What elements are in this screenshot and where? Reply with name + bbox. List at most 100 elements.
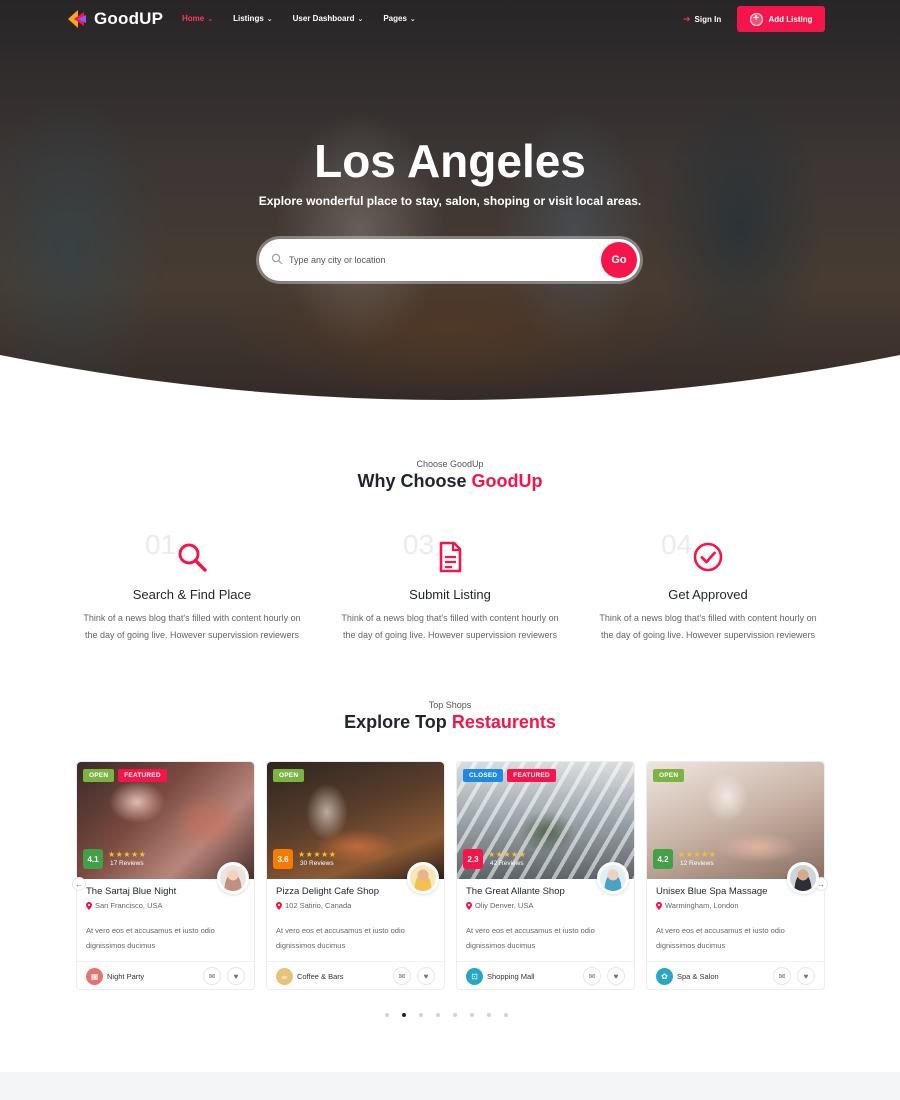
star-rating-icon: ★★★★★: [298, 850, 337, 859]
add-listing-label: Add Listing: [768, 14, 813, 24]
listing-title[interactable]: The Great Allante Shop: [466, 886, 565, 897]
listing-footer: ▦ Night Party ✉ ♥: [77, 961, 254, 990]
location-search-input[interactable]: [289, 250, 589, 270]
message-button[interactable]: ✉: [583, 967, 601, 985]
category-label[interactable]: Spa & Salon: [677, 972, 719, 981]
owner-avatar[interactable]: [787, 862, 819, 894]
open-badge: OPEN: [273, 769, 305, 782]
favorite-button[interactable]: ♥: [417, 967, 435, 985]
message-button[interactable]: ✉: [393, 967, 411, 985]
closed-badge: CLOSED: [463, 769, 504, 782]
owner-avatar[interactable]: [597, 862, 629, 894]
map-pin-icon: [466, 901, 472, 910]
search-go-button[interactable]: Go: [601, 242, 637, 278]
message-button[interactable]: ✉: [773, 967, 791, 985]
category-label[interactable]: Coffee & Bars: [297, 972, 344, 981]
carousel-dot[interactable]: [419, 1013, 423, 1017]
top-navigation: GoodUP Home ⌄ Listings ⌄ User Dashboard …: [0, 0, 900, 40]
search-icon: [271, 253, 283, 265]
star-rating-icon: ★★★★★: [488, 850, 527, 859]
feature-text: Think of a news blog that's filled with …: [341, 613, 559, 640]
envelope-icon: ✉: [778, 971, 786, 981]
feature-number: 01: [145, 529, 177, 560]
feature-title: Search & Find Place: [132, 587, 252, 602]
feature-number: 03: [403, 529, 435, 560]
hero-curve-divider: [0, 355, 900, 410]
listing-card[interactable]: OPEN 4.2 ★★★★★ 12 Reviews Unisex Blue Sp…: [646, 761, 825, 990]
brand-name: GoodUP: [94, 9, 164, 28]
feature-number: 04: [661, 529, 693, 560]
feature-get-approved: 04 Get Approved Think of a news blog tha…: [593, 529, 823, 644]
search-icon: [178, 543, 207, 572]
review-count: 17 Reviews: [110, 860, 144, 867]
review-count: 12 Reviews: [680, 860, 714, 867]
listing-photo[interactable]: OPEN FEATURED 4.1 ★★★★★ 17 Reviews: [77, 762, 254, 879]
favorite-button[interactable]: ♥: [797, 967, 815, 985]
why-section-title: Why Choose GoodUp: [0, 471, 900, 492]
listing-card[interactable]: OPEN 3.6 ★★★★★ 30 Reviews Pizza Delight …: [266, 761, 445, 990]
favorite-button[interactable]: ♥: [607, 967, 625, 985]
main-menu: Home ⌄ Listings ⌄ User Dashboard ⌄ Pages…: [182, 14, 416, 23]
map-pin-icon: [656, 901, 662, 910]
carousel-dot[interactable]: [385, 1013, 389, 1017]
menu-item-user-dashboard[interactable]: User Dashboard ⌄: [293, 14, 364, 23]
listing-title[interactable]: The Sartaj Blue Night: [86, 886, 176, 897]
sign-in-label: Sign In: [694, 15, 722, 24]
hero-search-bar: Go: [259, 239, 640, 281]
heart-icon: ♥: [233, 971, 239, 981]
menu-item-listings[interactable]: Listings ⌄: [233, 14, 273, 23]
shops-title-plain: Explore Top: [344, 712, 447, 732]
carousel-dot[interactable]: [402, 1013, 406, 1017]
brand-logo[interactable]: GoodUP: [66, 8, 163, 30]
category-label[interactable]: Shopping Mall: [487, 972, 535, 981]
listing-card[interactable]: OPEN FEATURED 4.1 ★★★★★ 17 Reviews The S…: [76, 761, 255, 990]
sign-in-link[interactable]: ➔ Sign In: [683, 14, 721, 25]
menu-item-label: Listings: [233, 14, 264, 23]
listing-title[interactable]: Unisex Blue Spa Massage: [656, 886, 767, 897]
featured-badge: FEATURED: [507, 769, 556, 782]
logo-mark-icon: [68, 10, 86, 28]
listing-photo[interactable]: CLOSED FEATURED 2.3 ★★★★★ 42 Reviews: [457, 762, 634, 879]
feature-submit-listing: 03 Submit Listing Think of a news blog t…: [335, 529, 565, 644]
owner-avatar[interactable]: [217, 862, 249, 894]
listing-photo[interactable]: OPEN 3.6 ★★★★★ 30 Reviews: [267, 762, 444, 879]
listing-title[interactable]: Pizza Delight Cafe Shop: [276, 886, 379, 897]
owner-avatar[interactable]: [407, 862, 439, 894]
carousel-dot[interactable]: [470, 1013, 474, 1017]
bag-icon: ⊡: [466, 968, 483, 985]
hero-subtitle: Explore wonderful place to stay, salon, …: [258, 194, 642, 208]
listing-location: 102 Satirio, Canada: [276, 901, 351, 910]
carousel-pagination: [385, 1013, 508, 1017]
menu-item-pages[interactable]: Pages ⌄: [383, 14, 415, 23]
carousel-dot[interactable]: [504, 1013, 508, 1017]
feature-text: Think of a news blog that's filled with …: [83, 613, 301, 640]
listing-footer: ⊡ Shopping Mall ✉ ♥: [457, 961, 634, 990]
listing-photo[interactable]: OPEN 4.2 ★★★★★ 12 Reviews: [647, 762, 824, 879]
heart-icon: ♥: [803, 971, 809, 981]
envelope-icon: ✉: [208, 971, 216, 981]
favorite-button[interactable]: ♥: [227, 967, 245, 985]
carousel-dot[interactable]: [453, 1013, 457, 1017]
listing-description: At vero eos et accusamus et iusto odio d…: [86, 926, 215, 950]
feature-text: Think of a news blog that's filled with …: [599, 613, 817, 640]
category-label[interactable]: Night Party: [107, 972, 144, 981]
carousel-dot[interactable]: [436, 1013, 440, 1017]
listing-location: Oliy Denver, USA: [466, 901, 533, 910]
why-section-kicker: Choose GoodUp: [416, 459, 484, 469]
listing-card[interactable]: CLOSED FEATURED 2.3 ★★★★★ 42 Reviews The…: [456, 761, 635, 990]
map-pin-icon: [86, 901, 92, 910]
menu-item-home[interactable]: Home ⌄: [182, 14, 213, 23]
location-text: Oliy Denver, USA: [475, 901, 534, 910]
shops-section-title: Explore Top Restaurents: [0, 712, 900, 733]
carousel-dot[interactable]: [487, 1013, 491, 1017]
add-listing-button[interactable]: + Add Listing: [737, 6, 825, 32]
feature-title: Get Approved: [668, 587, 748, 602]
review-count: 42 Reviews: [490, 860, 524, 867]
calendar-icon: ▦: [86, 968, 103, 985]
rating-badge: 2.3: [463, 849, 483, 869]
rating-badge: 4.1: [83, 849, 103, 869]
shops-section-kicker: Top Shops: [428, 700, 472, 710]
envelope-icon: ✉: [398, 971, 406, 981]
message-button[interactable]: ✉: [203, 967, 221, 985]
carousel-prev-button[interactable]: ←: [72, 877, 86, 891]
